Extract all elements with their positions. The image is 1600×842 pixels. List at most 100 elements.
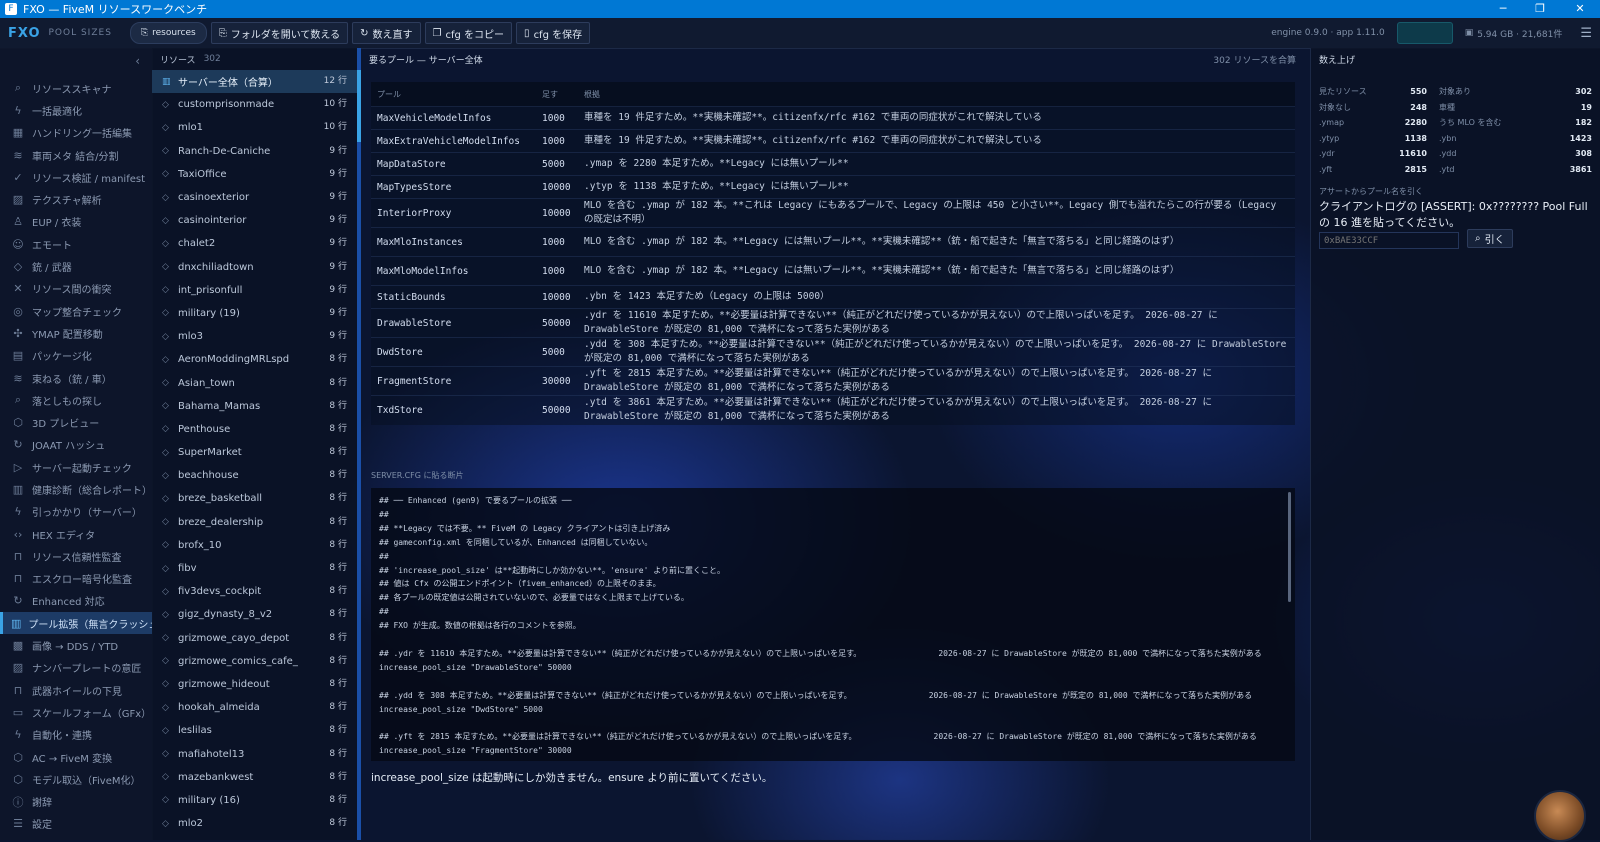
sidebar-item[interactable]: ⬡ モデル取込（FiveM化） xyxy=(0,768,152,790)
sidebar-item[interactable]: ◎ マップ整合チェック xyxy=(0,300,152,322)
resource-item[interactable]: ◇ grizmowe_hideout 8 行 xyxy=(152,673,357,696)
resource-item[interactable]: ◇ beachhouse 8 行 xyxy=(152,464,357,487)
resource-item[interactable]: ◇ customprisonmade 10 行 xyxy=(152,93,357,116)
sidebar-item-label: 3D プレビュー xyxy=(32,419,100,431)
resource-item[interactable]: ◇ leslilas 8 行 xyxy=(152,719,357,742)
sidebar-item[interactable]: ⌕ リソーススキャナ xyxy=(0,77,152,99)
sidebar-item[interactable]: ⓘ 謝辞 xyxy=(0,791,152,813)
close-icon[interactable]: ✕ xyxy=(1562,0,1598,18)
sidebar-item[interactable]: ⬡ 3D プレビュー xyxy=(0,411,152,433)
copy-cfg-button[interactable]: ❐ cfg をコピー xyxy=(424,22,513,44)
resource-item[interactable]: ▥ サーバー全体（合算） 12 行 xyxy=(152,70,357,94)
sidebar-item[interactable]: ϟ 自動化・連携 xyxy=(0,724,152,746)
resource-item[interactable]: ◇ int_prisonfull 9 行 xyxy=(152,279,357,302)
sidebar-item[interactable]: ≋ 車両メタ 結合/分割 xyxy=(0,144,152,166)
diamond-icon: ◇ xyxy=(162,285,169,296)
sidebar-item[interactable]: ⊓ 武器ホイールの下見 xyxy=(0,679,152,701)
resource-item[interactable]: ◇ fibv 8 行 xyxy=(152,557,357,580)
resource-name: leslilas xyxy=(178,725,212,737)
sidebar-item[interactable]: ✓ リソース検証 / manifest xyxy=(0,166,152,188)
sidebar-item[interactable]: ♙ EUP / 衣装 xyxy=(0,211,152,233)
resource-item[interactable]: ◇ Asian_town 8 行 xyxy=(152,371,357,394)
stat-label: .ydd xyxy=(1439,149,1457,159)
sidebar-item[interactable]: ▭ スケールフォーム（GFx） xyxy=(0,701,152,723)
collapse-chevron-icon[interactable]: ‹ xyxy=(135,54,140,68)
sidebar-item[interactable]: ▩ 画像 → DDS / YTD xyxy=(0,634,152,656)
open-and-count-button[interactable]: ⎘ フォルダを開いて数える xyxy=(210,22,349,44)
resource-item[interactable]: ◇ casinointerior 9 行 xyxy=(152,209,357,232)
sidebar-item[interactable]: ⌕ 落としもの探し xyxy=(0,389,152,411)
resource-name: beachhouse xyxy=(178,470,239,482)
sidebar-item[interactable]: ↻ Enhanced 対応 xyxy=(0,590,152,612)
sidebar-item[interactable]: ▦ ハンドリング一括編集 xyxy=(0,122,152,144)
cfg-snippet[interactable]: ## ── Enhanced (gen9) で要るプールの拡張 ── ## ##… xyxy=(371,488,1295,761)
resource-item[interactable]: ◇ mafiahotel13 8 行 xyxy=(152,742,357,765)
sidebar-item[interactable]: ▨ テクスチャ解析 xyxy=(0,188,152,210)
stat-value: 248 xyxy=(1410,102,1427,112)
sidebar-item[interactable]: ▨ ナンバープレートの意匠 xyxy=(0,657,152,679)
sidebar-item-label: 武器ホイールの下見 xyxy=(32,686,122,698)
sidebar-item[interactable]: ☰ 設定 xyxy=(0,813,152,835)
lookup-button[interactable]: ⌕ 引く xyxy=(1467,229,1513,248)
sidebar-item[interactable]: ✕ リソース間の衝突 xyxy=(0,278,152,300)
sidebar-item[interactable]: ✣ YMAP 配置移動 xyxy=(0,322,152,344)
refresh-icon: ↻ xyxy=(13,438,23,452)
save-cfg-button[interactable]: ▯ cfg を保存 xyxy=(516,22,591,44)
resource-item[interactable]: ◇ mazebankwest 8 行 xyxy=(152,766,357,789)
sidebar-item[interactable]: ◇ 銃 / 武器 xyxy=(0,255,152,277)
resource-item[interactable]: ◇ grizmowe_comics_cafe_ 8 行 xyxy=(152,650,357,673)
pool-reason: .yft を 2815 本足すため。**必要量は計算できない**（純正がどれだけ… xyxy=(578,366,1295,396)
avatar[interactable] xyxy=(1534,790,1586,842)
resource-item[interactable]: ◇ brofx_10 8 行 xyxy=(152,534,357,557)
resource-item[interactable]: ◇ TaxiOffice 9 行 xyxy=(152,163,357,186)
sidebar-item[interactable]: ▥ プール拡張（無言クラッシュ） xyxy=(0,612,152,635)
resource-item[interactable]: ◇ military (19) 9 行 xyxy=(152,302,357,325)
sidebar-item[interactable]: ϟ 一括最適化 xyxy=(0,99,152,121)
snippet-scrollbar[interactable] xyxy=(1288,492,1291,602)
restore-icon[interactable]: ❐ xyxy=(1522,0,1558,18)
resource-item[interactable]: ◇ grizmowe_cayo_depot 8 行 xyxy=(152,627,357,650)
sidebar-item[interactable]: ⊓ エスクロー暗号化監査 xyxy=(0,568,152,590)
sidebar-item[interactable]: ≋ 束ねる（銃 / 車） xyxy=(0,367,152,389)
resource-name: mazebankwest xyxy=(178,771,254,783)
resource-item[interactable]: ◇ mlo2 8 行 xyxy=(152,812,357,835)
resource-item[interactable]: ◇ AeronModdingMRLspd 8 行 xyxy=(152,348,357,371)
folder-pill[interactable]: ⎘ resources xyxy=(129,22,207,44)
resource-item[interactable]: ◇ gigz_dynasty_8_v2 8 行 xyxy=(152,603,357,626)
sidebar-item[interactable]: ⊓ リソース信頼性監査 xyxy=(0,545,152,567)
pool-size: 1000 xyxy=(536,129,578,153)
resource-item[interactable]: ◇ dnxchiliadtown 9 行 xyxy=(152,256,357,279)
recount-button[interactable]: ↻ 数え直す xyxy=(352,22,421,44)
resource-item[interactable]: ◇ Ranch-De-Caniche 9 行 xyxy=(152,140,357,163)
resource-item[interactable]: ◇ mlo1 10 行 xyxy=(152,116,357,139)
sidebar-item-label: 落としもの探し xyxy=(32,396,102,408)
resource-name: fiv3devs_cockpit xyxy=(178,586,262,598)
assert-hash-input[interactable] xyxy=(1319,232,1459,249)
resource-item[interactable]: ◇ breze_basketball 8 行 xyxy=(152,487,357,510)
resource-item[interactable]: ◇ Bahama_Mamas 8 行 xyxy=(152,395,357,418)
resource-item[interactable]: ◇ casinoexterior 9 行 xyxy=(152,186,357,209)
sidebar-item[interactable]: ⬡ AC → FiveM 変換 xyxy=(0,746,152,768)
sidebar-item[interactable]: ▥ 健康診断（総合レポート） xyxy=(0,478,152,500)
sidebar-item[interactable]: ↻ JOAAT ハッシュ xyxy=(0,434,152,456)
stat-row: 対象なし 248 車種 19 xyxy=(1319,100,1594,116)
diamond-icon: ◇ xyxy=(162,99,169,110)
sidebar-item[interactable]: ▤ パッケージ化 xyxy=(0,345,152,367)
settings-sliders-icon[interactable]: ☰ xyxy=(1580,26,1592,41)
resource-item[interactable]: ◇ chalet2 9 行 xyxy=(152,232,357,255)
resource-item[interactable]: ◇ military (16) 8 行 xyxy=(152,789,357,812)
sidebar-item[interactable]: ▷ サーバー起動チェック xyxy=(0,456,152,478)
sidebar-item[interactable]: ☺ エモート xyxy=(0,233,152,255)
sidebar-item[interactable]: ϟ 引っかかり（サーバー） xyxy=(0,501,152,523)
resource-name: mlo2 xyxy=(178,818,203,830)
resource-item[interactable]: ◇ Penthouse 8 行 xyxy=(152,418,357,441)
resource-item[interactable]: ◇ mlo3 9 行 xyxy=(152,325,357,348)
resource-item[interactable]: ◇ hookah_almeida 8 行 xyxy=(152,696,357,719)
sidebar-item[interactable]: ‹› HEX エディタ xyxy=(0,523,152,545)
resource-item[interactable]: ◇ fiv3devs_cockpit 8 行 xyxy=(152,580,357,603)
diamond-icon: ◇ xyxy=(162,633,169,644)
minimize-icon[interactable]: ─ xyxy=(1485,0,1521,18)
pool-name: StaticBounds xyxy=(371,285,536,309)
resource-item[interactable]: ◇ breze_dealership 8 行 xyxy=(152,511,357,534)
resource-item[interactable]: ◇ SuperMarket 8 行 xyxy=(152,441,357,464)
